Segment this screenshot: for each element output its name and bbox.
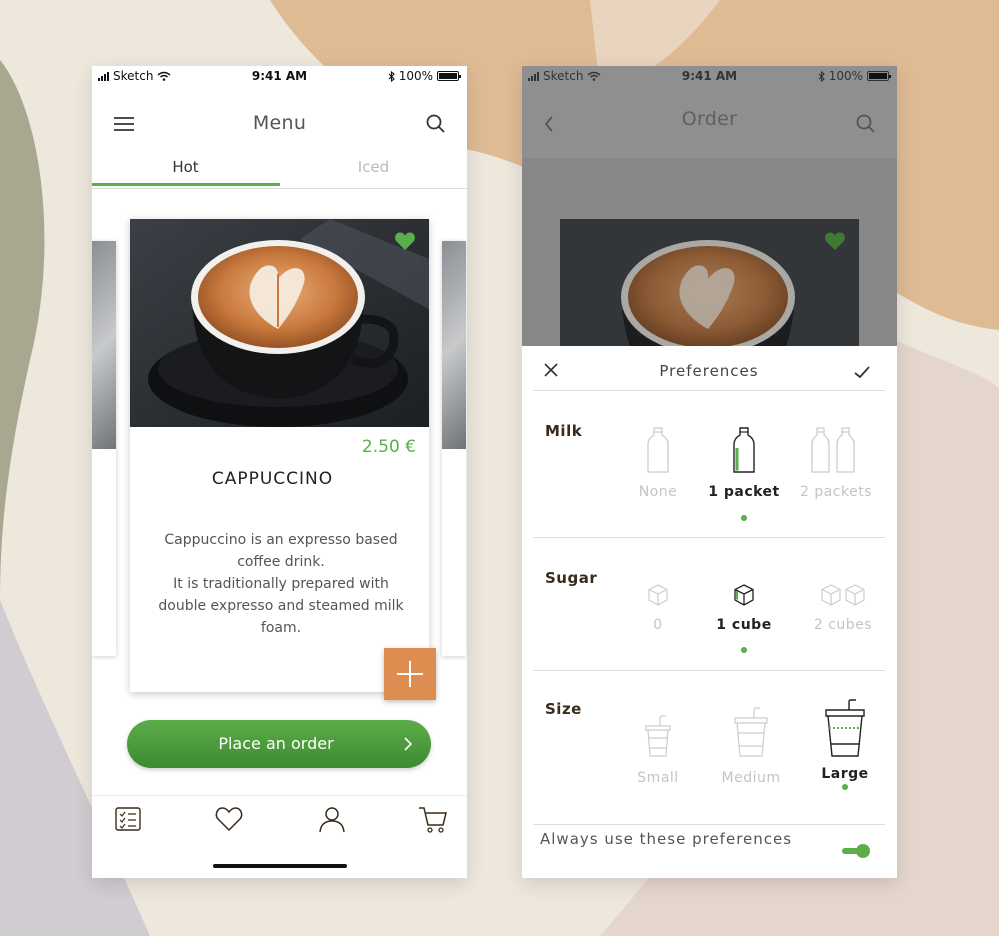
sugar-option-0[interactable]: 0 — [618, 583, 698, 633]
dimmed-product-photo — [560, 219, 859, 346]
status-bar: Sketch 9:41 AM 100% — [522, 66, 897, 86]
tab-iced-label: Iced — [357, 158, 390, 176]
always-use-preferences-toggle[interactable] — [842, 844, 870, 858]
size-option-label: Medium — [721, 770, 781, 786]
category-tabs: Hot Iced — [92, 158, 467, 189]
product-description: Cappuccino is an expresso based coffee d… — [158, 532, 404, 636]
next-product-card[interactable] — [442, 241, 466, 656]
sugar-option-1-cube[interactable]: 1 cube — [704, 583, 784, 653]
nav-bar: Order — [522, 86, 897, 158]
product-photo — [130, 219, 429, 427]
sugar-section: Sugar 0 1 cube 2 cubes — [533, 537, 885, 671]
sheet-header: Preferences — [533, 346, 885, 391]
milk-option-none[interactable]: None — [618, 426, 698, 500]
milk-option-label: 2 packets — [799, 484, 873, 500]
product-name: CAPPUCCINO — [211, 469, 334, 489]
menu-screen: Sketch 9:41 AM 100% Menu Hot Iced 2.50 €… — [92, 66, 467, 878]
selected-indicator — [741, 647, 747, 653]
search-button[interactable] — [852, 110, 880, 138]
search-icon — [426, 114, 445, 133]
sheet-title: Preferences — [659, 362, 759, 380]
search-button[interactable] — [422, 110, 450, 138]
sugar-cube-icon — [734, 584, 754, 606]
battery-icon — [867, 71, 891, 81]
bottle-icon — [647, 427, 669, 473]
sugar-cube-icon — [648, 584, 668, 606]
size-option-label: Large — [821, 766, 869, 782]
prev-product-image — [92, 241, 116, 449]
menu-list-icon — [115, 807, 141, 831]
size-option-small[interactable]: Small — [618, 714, 698, 786]
product-card[interactable]: 2.50 € CAPPUCCINO Cappuccino is an expre… — [130, 219, 429, 692]
plus-icon — [397, 661, 423, 687]
battery-icon — [437, 71, 461, 81]
home-indicator — [213, 864, 347, 868]
tab-iced[interactable]: Iced — [280, 158, 467, 188]
small-cup-icon — [645, 715, 671, 757]
tab-hot-label: Hot — [172, 158, 199, 176]
size-section: Size Small Medium Large — [533, 670, 885, 825]
tabbar-cart-button[interactable] — [418, 804, 448, 834]
tabbar-menu-button[interactable] — [113, 804, 143, 834]
tabbar-favorites-button[interactable] — [214, 804, 244, 834]
battery-percent: 100% — [828, 69, 863, 83]
battery-percent: 100% — [398, 69, 433, 83]
milk-section: Milk None 1 packet 2 packets — [533, 390, 885, 538]
milk-option-2-packets[interactable]: 2 packets — [796, 426, 876, 500]
sugar-option-2-cubes[interactable]: 2 cubes — [803, 583, 883, 633]
bottle-half-full-icon — [733, 427, 755, 473]
status-bar: Sketch 9:41 AM 100% — [92, 66, 467, 86]
sugar-option-label: 0 — [653, 617, 663, 633]
selected-indicator — [741, 515, 747, 521]
bluetooth-icon — [388, 70, 395, 82]
page-title: Menu — [252, 112, 307, 134]
size-label: Size — [545, 700, 582, 718]
milk-option-label: 1 packet — [708, 484, 780, 500]
chevron-right-icon — [404, 737, 413, 751]
sugar-label: Sugar — [545, 569, 598, 587]
always-use-preferences-label: Always use these preferences — [540, 830, 793, 848]
product-price: 2.50 € — [361, 437, 416, 457]
size-option-large[interactable]: Large — [805, 698, 885, 790]
favorite-heart-icon[interactable] — [394, 231, 416, 251]
nav-bar: Menu — [92, 86, 467, 158]
cart-icon — [419, 807, 447, 833]
search-icon — [856, 114, 875, 133]
milk-option-label: None — [638, 484, 678, 500]
add-to-order-button[interactable] — [384, 648, 436, 700]
confirm-button[interactable] — [851, 362, 873, 382]
two-sugar-cubes-icon — [821, 584, 865, 606]
milk-option-1-packet[interactable]: 1 packet — [704, 426, 784, 521]
sugar-option-label: 2 cubes — [813, 617, 873, 633]
sugar-option-label: 1 cube — [716, 617, 772, 633]
selected-indicator — [842, 784, 848, 790]
toggle-knob — [856, 844, 870, 858]
heart-icon — [215, 807, 243, 832]
size-option-label: Small — [637, 770, 679, 786]
place-order-label: Place an order — [218, 734, 334, 753]
favorite-heart-icon — [825, 232, 845, 250]
tabbar-profile-button[interactable] — [317, 804, 347, 834]
large-cup-icon — [825, 699, 865, 757]
two-bottles-icon — [811, 427, 855, 473]
next-product-image — [442, 241, 466, 449]
user-icon — [319, 807, 345, 833]
order-screen: Sketch 9:41 AM 100% Order Preferences Mi… — [522, 66, 897, 878]
medium-cup-icon — [734, 707, 768, 757]
milk-label: Milk — [545, 422, 583, 440]
checkmark-icon — [854, 366, 870, 379]
dimmed-background: Sketch 9:41 AM 100% Order — [522, 66, 897, 346]
prev-product-card[interactable] — [92, 241, 116, 656]
active-tab-indicator — [92, 183, 280, 186]
page-title: Order — [681, 108, 738, 130]
place-order-button[interactable]: Place an order — [127, 720, 431, 768]
size-option-medium[interactable]: Medium — [711, 706, 791, 786]
preferences-sheet: Preferences Milk None 1 packet 2 packets — [522, 346, 897, 878]
bluetooth-icon — [818, 70, 825, 82]
